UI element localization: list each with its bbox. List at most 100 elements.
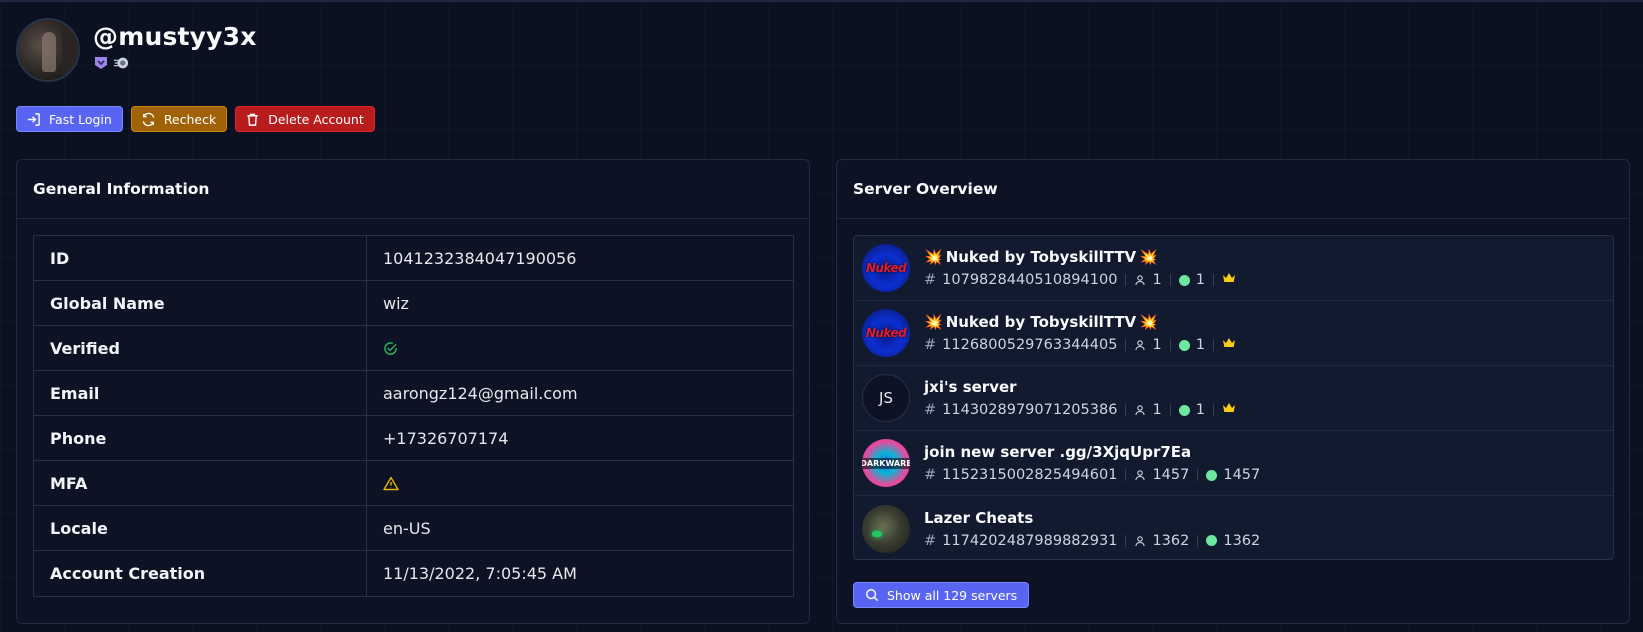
server-name: join new server .gg/3XjqUpr7Ea — [924, 443, 1192, 461]
hypesquad-badge-icon — [93, 55, 109, 71]
server-meta: # 1126800529763344405 1 1 — [924, 337, 1236, 353]
row-key: Locale — [34, 506, 367, 550]
members-icon — [1134, 339, 1146, 351]
username: @mustyy3x — [93, 22, 257, 51]
avatar — [16, 18, 80, 82]
server-item[interactable]: Nuked 💥 Nuked by TobyskillTTV 💥 # 11268005… — [854, 301, 1613, 366]
explosion-emoji-icon: 💥 — [924, 313, 943, 331]
members-icon — [1134, 535, 1146, 547]
server-meta: # 1079828440510894100 1 1 — [924, 272, 1236, 288]
server-id: 1174202487989882931 — [942, 532, 1118, 549]
server-item[interactable]: Lazer Cheats # 1174202487989882931 1362 … — [854, 496, 1613, 559]
member-count: 1 — [1152, 272, 1162, 288]
server-icon: JS — [862, 374, 910, 422]
panel-title: Server Overview — [837, 160, 1629, 219]
delete-account-button[interactable]: Delete Account — [235, 106, 375, 132]
row-value: 1041232384047190056 — [383, 248, 577, 268]
delete-account-label: Delete Account — [268, 111, 364, 127]
hash-icon: # — [924, 532, 937, 549]
server-meta: # 1143028979071205386 1 1 — [924, 402, 1236, 418]
profile-header: @mustyy3x — [16, 18, 257, 82]
table-row: MFA — [34, 461, 793, 506]
table-row: Locale en-US — [34, 506, 793, 551]
row-key: Phone — [34, 416, 367, 460]
panel-title: General Information — [17, 160, 809, 219]
online-count: 1457 — [1223, 467, 1261, 483]
explosion-emoji-icon: 💥 — [1139, 248, 1158, 266]
row-value: +17326707174 — [383, 428, 509, 448]
server-item[interactable]: DARKWARE join new server .gg/3XjqUpr7Ea … — [854, 431, 1613, 496]
online-count: 1 — [1195, 272, 1205, 288]
row-value: wiz — [383, 293, 409, 313]
row-key: Global Name — [34, 281, 367, 325]
online-dot-icon — [1206, 469, 1218, 481]
server-icon: Nuked — [862, 309, 910, 357]
server-icon: Nuked — [862, 244, 910, 292]
members-icon — [1134, 404, 1146, 416]
server-id: 1143028979071205386 — [942, 402, 1118, 418]
hash-icon: # — [924, 272, 937, 288]
server-meta: # 1174202487989882931 1362 1362 — [924, 533, 1260, 549]
row-key: Email — [34, 371, 367, 415]
login-icon — [27, 112, 40, 126]
server-icon — [862, 504, 910, 553]
online-dot-icon — [1178, 274, 1190, 286]
crown-icon — [1222, 337, 1236, 353]
top-border — [0, 0, 1643, 2]
table-row: Email aarongz124@gmail.com — [34, 371, 793, 416]
recheck-button[interactable]: Recheck — [130, 106, 228, 132]
check-circle-icon — [384, 341, 397, 355]
server-id: 1126800529763344405 — [942, 337, 1118, 353]
row-value: en-US — [383, 518, 431, 538]
account-actions: Fast Login Recheck Delete Account — [16, 106, 375, 132]
fast-login-label: Fast Login — [49, 111, 112, 127]
row-value: 11/13/2022, 7:05:45 AM — [383, 564, 577, 583]
fast-login-button[interactable]: Fast Login — [16, 106, 123, 132]
crown-icon — [1222, 402, 1236, 418]
table-row: Global Name wiz — [34, 281, 793, 326]
table-row: ID 1041232384047190056 — [34, 236, 793, 281]
table-row: Phone +17326707174 — [34, 416, 793, 461]
refresh-icon — [142, 112, 155, 126]
server-item[interactable]: JS jxi's server # 1143028979071205386 1 … — [854, 366, 1613, 431]
crown-icon — [1222, 272, 1236, 288]
server-id: 1079828440510894100 — [942, 272, 1118, 288]
trash-icon — [247, 113, 258, 126]
row-key: Account Creation — [34, 551, 367, 596]
server-meta: # 1152315002825494601 1457 1457 — [924, 467, 1260, 483]
online-dot-icon — [1178, 339, 1190, 351]
online-dot-icon — [1178, 404, 1190, 416]
online-count: 1362 — [1223, 532, 1261, 549]
explosion-emoji-icon: 💥 — [1139, 313, 1158, 331]
badge-list — [93, 55, 257, 71]
server-icon: DARKWARE — [862, 439, 910, 487]
members-icon — [1134, 469, 1146, 481]
row-value: aarongz124@gmail.com — [383, 383, 578, 403]
general-information-panel: General Information ID 10412323840471900… — [16, 159, 810, 624]
server-list: Nuked 💥 Nuked by TobyskillTTV 💥 # 10798284… — [853, 235, 1614, 560]
server-name: 💥 Nuked by TobyskillTTV 💥 — [924, 248, 1158, 266]
row-key: Verified — [34, 326, 367, 370]
server-overview-panel: Server Overview Nuked 💥 Nuked by Tobyskil… — [836, 159, 1630, 624]
show-all-label: Show all 129 servers — [887, 587, 1018, 603]
recheck-label: Recheck — [163, 111, 217, 127]
members-icon — [1134, 274, 1146, 286]
online-dot-icon — [1206, 535, 1218, 546]
row-value — [367, 326, 793, 370]
show-all-servers-button[interactable]: Show all 129 servers — [853, 582, 1030, 608]
member-count: 1 — [1152, 402, 1162, 418]
server-item[interactable]: Nuked 💥 Nuked by TobyskillTTV 💥 # 10798284… — [854, 236, 1613, 301]
hash-icon: # — [924, 337, 937, 353]
server-name: 💥 Nuked by TobyskillTTV 💥 — [924, 313, 1158, 331]
server-id: 1152315002825494601 — [942, 467, 1118, 483]
row-key: MFA — [34, 461, 367, 505]
row-key: ID — [34, 236, 367, 280]
online-count: 1 — [1195, 402, 1205, 418]
hash-icon: # — [924, 467, 937, 483]
table-row: Account Creation 11/13/2022, 7:05:45 AM — [34, 551, 793, 596]
member-count: 1 — [1152, 337, 1162, 353]
info-table: ID 1041232384047190056 Global Name wiz V… — [33, 235, 794, 597]
server-name: Lazer Cheats — [924, 508, 1034, 527]
member-count: 1457 — [1152, 467, 1190, 483]
online-count: 1 — [1195, 337, 1205, 353]
